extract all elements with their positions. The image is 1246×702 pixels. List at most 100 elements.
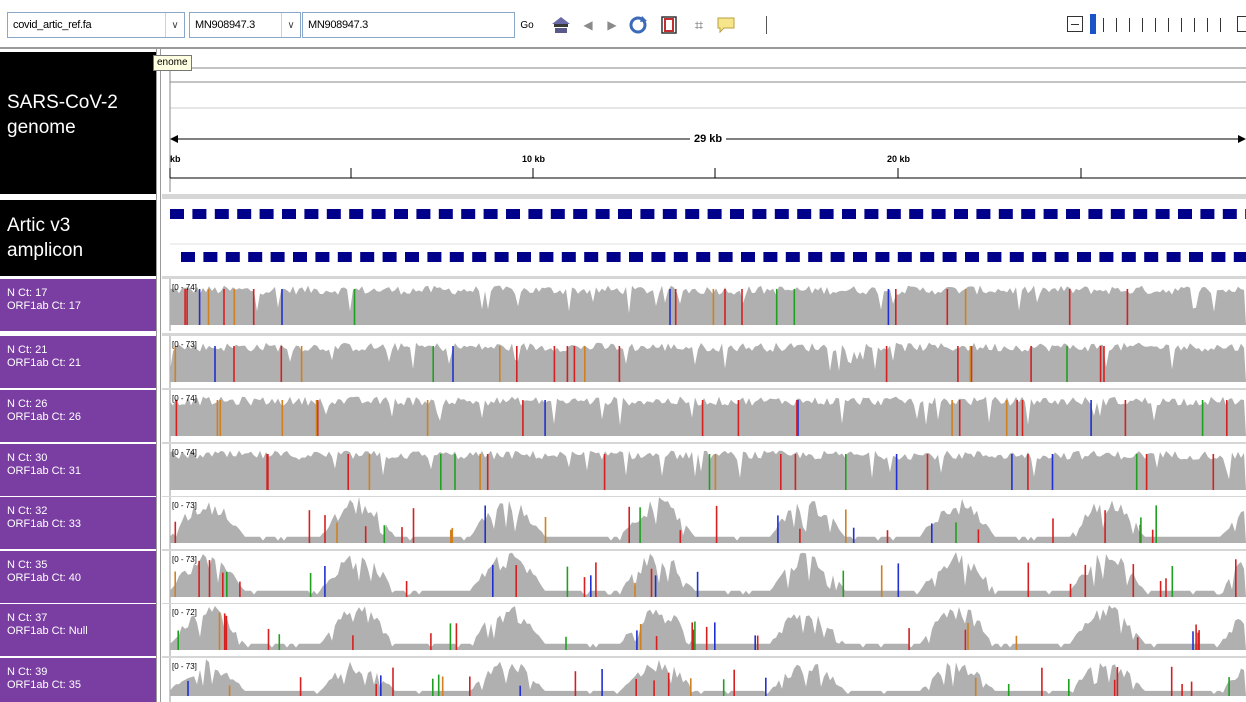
amplicon-block bbox=[830, 252, 845, 262]
amplicon-block bbox=[494, 252, 509, 262]
amplicon-block bbox=[203, 252, 218, 262]
amplicon-block bbox=[304, 209, 319, 219]
coverage-histogram bbox=[170, 450, 1246, 490]
amplicon-block bbox=[1066, 209, 1080, 219]
amplicon-block bbox=[326, 209, 341, 219]
data-range-label: [0 - 73] bbox=[172, 501, 197, 510]
amplicon-block bbox=[282, 209, 296, 219]
amplicon-block bbox=[259, 209, 274, 219]
amplicon-block bbox=[270, 252, 285, 262]
amplicon-block bbox=[561, 252, 576, 262]
amplicon-block bbox=[1211, 252, 1226, 262]
ruler-span-label: 29 kb bbox=[690, 133, 727, 145]
amplicon-block bbox=[618, 209, 632, 219]
amplicon-block bbox=[886, 209, 901, 219]
amplicon-block bbox=[774, 209, 789, 219]
amplicon-block bbox=[1043, 209, 1058, 219]
amplicon-block bbox=[416, 209, 431, 219]
amplicon-block bbox=[449, 252, 464, 262]
amplicon-block bbox=[696, 252, 711, 262]
amplicon-block bbox=[1189, 252, 1203, 262]
track-separator bbox=[162, 276, 1246, 279]
ruler-tick-label: 20 kb bbox=[887, 154, 911, 164]
amplicon-block bbox=[752, 209, 767, 219]
data-range-label: [0 - 72] bbox=[172, 608, 197, 617]
amplicon-block bbox=[864, 209, 879, 219]
amplicon-block bbox=[1099, 252, 1114, 262]
amplicon-block bbox=[976, 209, 991, 219]
amplicon-block bbox=[730, 209, 744, 219]
amplicon-block bbox=[1200, 209, 1215, 219]
amplicon-block bbox=[842, 209, 856, 219]
amplicon-block bbox=[987, 252, 1002, 262]
amplicon-block bbox=[853, 252, 867, 262]
amplicon-block bbox=[1021, 209, 1036, 219]
amplicon-block bbox=[931, 209, 946, 219]
amplicon-block bbox=[248, 252, 263, 262]
amplicon-block bbox=[315, 252, 330, 262]
amplicon-block bbox=[595, 209, 610, 219]
data-range-label: [0 - 73] bbox=[172, 340, 197, 349]
amplicon-block bbox=[550, 209, 565, 219]
amplicon-block bbox=[942, 252, 957, 262]
amplicon-block bbox=[1155, 209, 1170, 219]
amplicon-block bbox=[225, 252, 240, 262]
amplicon-block bbox=[237, 209, 252, 219]
amplicon-block bbox=[875, 252, 890, 262]
amplicon-block bbox=[539, 252, 554, 262]
amplicon-block bbox=[394, 209, 408, 219]
amplicon-block bbox=[1178, 209, 1192, 219]
data-range-label: [0 - 73] bbox=[172, 662, 197, 671]
amplicon-block bbox=[797, 209, 812, 219]
amplicon-block bbox=[785, 252, 800, 262]
amplicon-block bbox=[763, 252, 778, 262]
amplicon-block bbox=[192, 209, 207, 219]
amplicon-block bbox=[920, 252, 935, 262]
amplicon-block bbox=[1032, 252, 1047, 262]
amplicon-block bbox=[349, 209, 364, 219]
amplicon-block bbox=[954, 209, 968, 219]
amplicon-block bbox=[337, 252, 352, 262]
amplicon-block bbox=[1222, 209, 1237, 219]
amplicon-block bbox=[718, 252, 733, 262]
amplicon-block bbox=[707, 209, 722, 219]
amplicon-block bbox=[293, 252, 307, 262]
amplicon-block bbox=[1166, 252, 1181, 262]
amplicon-block bbox=[1233, 252, 1246, 262]
track-separator bbox=[162, 333, 1246, 336]
amplicon-block bbox=[662, 209, 677, 219]
data-range-label: [0 - 74] bbox=[172, 448, 197, 457]
amplicon-block bbox=[438, 209, 453, 219]
data-range-label: [0 - 73] bbox=[172, 555, 197, 564]
amplicon-block bbox=[461, 209, 476, 219]
tooltip: enome bbox=[153, 55, 192, 71]
amplicon-block bbox=[1121, 252, 1136, 262]
amplicon-block bbox=[1077, 252, 1091, 262]
amplicon-block bbox=[517, 252, 531, 262]
amplicon-block bbox=[998, 209, 1013, 219]
amplicon-block bbox=[629, 252, 643, 262]
amplicon-block bbox=[1110, 209, 1125, 219]
amplicon-block bbox=[685, 209, 700, 219]
track-separator bbox=[162, 196, 1246, 199]
amplicon-block bbox=[506, 209, 520, 219]
amplicon-block bbox=[528, 209, 543, 219]
amplicon-block bbox=[673, 252, 688, 262]
amplicon-block bbox=[819, 209, 834, 219]
amplicon-block bbox=[640, 209, 655, 219]
amplicon-block bbox=[483, 209, 498, 219]
amplicon-block bbox=[606, 252, 621, 262]
amplicon-block bbox=[1144, 252, 1159, 262]
amplicon-block bbox=[382, 252, 397, 262]
amplicon-block bbox=[427, 252, 442, 262]
amplicon-block bbox=[472, 252, 487, 262]
ruler-tick-label: 10 kb bbox=[522, 154, 546, 164]
amplicon-block bbox=[909, 209, 924, 219]
amplicon-block bbox=[181, 252, 195, 262]
tracks-canvas[interactable] bbox=[0, 0, 1246, 702]
amplicon-block bbox=[573, 209, 588, 219]
amplicon-block bbox=[965, 252, 979, 262]
amplicon-block bbox=[1133, 209, 1148, 219]
amplicon-block bbox=[371, 209, 386, 219]
amplicon-block bbox=[1054, 252, 1069, 262]
